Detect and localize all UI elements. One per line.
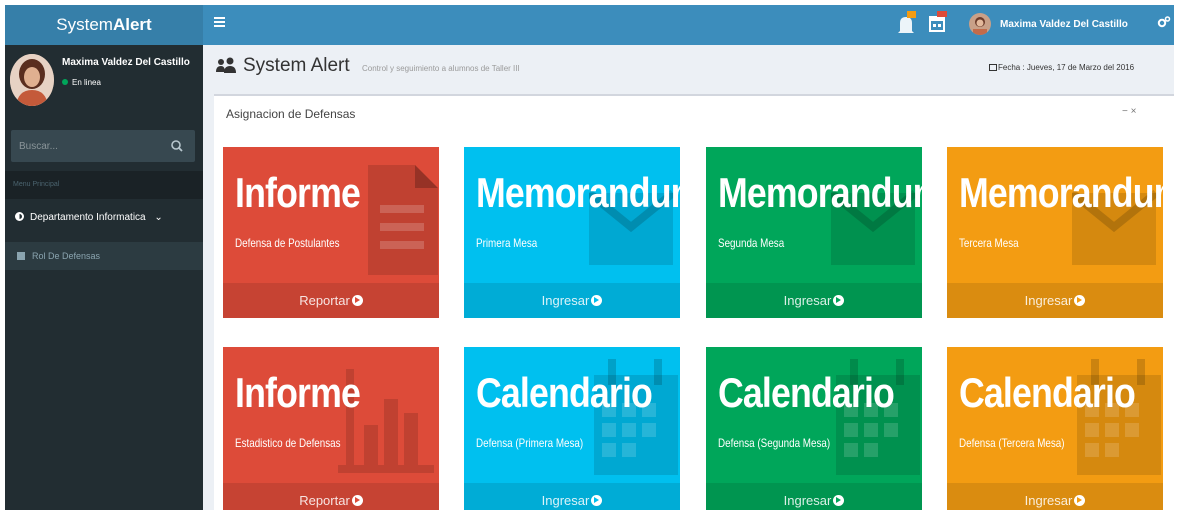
sidebar-item-departamento[interactable]: Departamento Informatica ⌄ [15, 212, 163, 223]
arrow-circle-right-icon [833, 495, 845, 506]
tile-subtitle: Defensa de Postulantes [235, 236, 340, 250]
tile-subtitle: Segunda Mesa [718, 236, 785, 250]
tile-subtitle: Primera Mesa [476, 236, 538, 250]
tile-title: Calendario [959, 369, 1136, 416]
sidebar: Maxima Valdez Del Castillo En linea Menu… [5, 45, 203, 510]
document-icon [368, 165, 438, 275]
status-badge: En linea [62, 78, 101, 87]
tile-action-ingresar[interactable]: Ingresar [947, 283, 1163, 318]
tile-calendario-tercera[interactable]: Calendario Defensa (Tercera Mesa) Ingres… [947, 347, 1163, 510]
tile-calendario-segunda[interactable]: Calendario Defensa (Segunda Mesa) Ingres… [706, 347, 922, 510]
app-logo[interactable]: SystemAlert [5, 5, 203, 45]
sidebar-user-name: Maxima Valdez Del Castillo [62, 57, 190, 68]
box-title: Asignacion de Defensas [226, 107, 356, 121]
menu-header: Menu Principal [5, 171, 203, 199]
tile-title: Informe [235, 369, 361, 416]
tile-action-ingresar[interactable]: Ingresar [706, 483, 922, 510]
tile-subtitle: Defensa (Tercera Mesa) [959, 436, 1065, 450]
tile-action-ingresar[interactable]: Ingresar [464, 483, 680, 510]
tile-title: Calendario [476, 369, 653, 416]
tile-subtitle: Defensa (Segunda Mesa) [718, 436, 831, 450]
box-tools[interactable]: − × [1122, 106, 1136, 117]
table-icon [17, 252, 25, 260]
tile-title: Memorandum [959, 169, 1163, 216]
arrow-circle-right-icon [591, 295, 603, 306]
tile-action-ingresar[interactable]: Ingresar [947, 483, 1163, 510]
tile-informe-postulantes[interactable]: Informe Defensa de Postulantes Reportar [223, 147, 439, 318]
search-input[interactable] [11, 130, 161, 162]
user-avatar[interactable] [969, 13, 991, 35]
arrow-circle-right-icon [591, 495, 603, 506]
arrow-circle-right-icon [1074, 295, 1086, 306]
tile-title: Memorandum [476, 169, 680, 216]
top-navbar: SystemAlert Maxima Valdez Del Castillo [5, 5, 1174, 45]
arrow-circle-right-icon [351, 295, 363, 306]
tile-action-reportar[interactable]: Reportar [223, 283, 439, 318]
sidebar-item-rol-de-defensas[interactable]: Rol De Defensas [5, 242, 203, 270]
tile-action-ingresar[interactable]: Ingresar [706, 283, 922, 318]
date-display: Fecha : Jueves, 17 de Marzo del 2016 [989, 63, 1134, 72]
arrow-circle-right-icon [1074, 495, 1086, 506]
arrow-circle-right-icon [351, 495, 363, 506]
tile-subtitle: Defensa (Primera Mesa) [476, 436, 584, 450]
tile-title: Memorandum [718, 169, 922, 216]
gears-icon[interactable] [1157, 15, 1171, 32]
sidebar-search [11, 130, 195, 162]
tile-memorandum-segunda[interactable]: Memorandum Segunda Mesa Ingresar [706, 147, 922, 318]
tile-title: Calendario [718, 369, 895, 416]
arrow-circle-right-icon [833, 295, 845, 306]
hamburger-icon[interactable] [213, 15, 233, 35]
tile-calendario-primera[interactable]: Calendario Defensa (Primera Mesa) Ingres… [464, 347, 680, 510]
tile-action-reportar[interactable]: Reportar [223, 483, 439, 510]
chevron-down-icon: ⌄ [154, 212, 163, 223]
tile-memorandum-primera[interactable]: Memorandum Primera Mesa Ingresar [464, 147, 680, 318]
page-title: System Alert [243, 55, 350, 76]
tile-title: Informe [235, 169, 361, 216]
online-dot-icon [62, 79, 68, 85]
users-icon [215, 57, 237, 75]
calendar-small-icon [989, 64, 997, 71]
calendar-icon[interactable] [927, 9, 949, 39]
tile-action-ingresar[interactable]: Ingresar [464, 283, 680, 318]
page-subtitle: Control y seguimiento a alumnos de Talle… [362, 64, 520, 73]
tile-informe-estadistico[interactable]: Informe Estadistico de Defensas Reportar [223, 347, 439, 510]
adjust-icon [15, 212, 24, 221]
tile-subtitle: Tercera Mesa [959, 236, 1019, 250]
tile-memorandum-tercera[interactable]: Memorandum Tercera Mesa Ingresar [947, 147, 1163, 318]
search-icon[interactable] [169, 138, 185, 154]
sidebar-avatar [10, 54, 54, 106]
bell-icon[interactable] [895, 9, 917, 39]
defensas-box: Asignacion de Defensas − × Informe Defen… [214, 94, 1174, 510]
tile-subtitle: Estadistico de Defensas [235, 436, 341, 450]
topbar-user-name[interactable]: Maxima Valdez Del Castillo [1000, 5, 1128, 45]
app-window: SystemAlert Maxima Valdez Del Castillo M… [5, 5, 1174, 510]
